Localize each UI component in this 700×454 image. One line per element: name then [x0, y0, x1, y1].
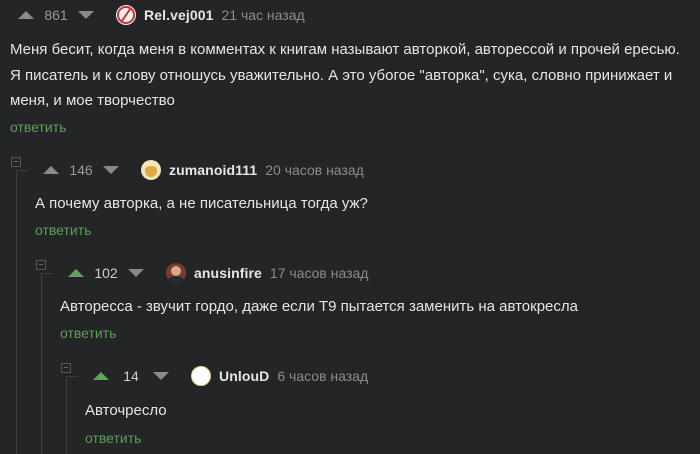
- thread-line: [41, 273, 42, 454]
- cartoon-avatar-icon: [145, 166, 157, 177]
- vote-block: 14: [93, 368, 169, 384]
- comment-header: 146 zumanoid111 20 часов назад: [43, 155, 364, 185]
- collapse-toggle[interactable]: [11, 157, 21, 167]
- comment-header: 14 UnlouD 6 часов назад: [93, 361, 368, 391]
- reply-link[interactable]: ответить: [85, 430, 141, 446]
- comment-text: Авторесса - звучит гордо, даже если Т9 п…: [60, 298, 578, 315]
- avatar[interactable]: [116, 5, 136, 25]
- upvote-icon[interactable]: [18, 11, 34, 19]
- reply-link[interactable]: ответить: [35, 222, 91, 238]
- score: 861: [44, 7, 68, 23]
- photo-avatar-icon: [171, 266, 181, 276]
- timestamp[interactable]: 20 часов назад: [265, 162, 364, 178]
- reply-link[interactable]: ответить: [60, 325, 116, 341]
- username[interactable]: UnlouD: [219, 368, 269, 384]
- photo-avatar-shoulders: [168, 276, 184, 283]
- timestamp[interactable]: 6 часов назад: [277, 368, 368, 384]
- username[interactable]: zumanoid111: [169, 162, 257, 178]
- username[interactable]: Rel.vej001: [144, 7, 214, 23]
- comment-text: Авточресло: [85, 402, 167, 419]
- username[interactable]: anusinfire: [194, 265, 262, 281]
- upvote-icon[interactable]: [93, 372, 109, 380]
- collapse-toggle[interactable]: [61, 363, 71, 373]
- vote-block: 861: [18, 7, 94, 23]
- timestamp[interactable]: 17 часов назад: [270, 265, 369, 281]
- vote-block: 102: [68, 265, 144, 281]
- comment-header: 102 anusinfire 17 часов назад: [68, 258, 368, 288]
- reply-link[interactable]: ответить: [10, 119, 66, 135]
- thread-branch: [41, 273, 53, 274]
- upvote-icon[interactable]: [68, 269, 84, 277]
- avatar[interactable]: [166, 263, 186, 283]
- upvote-icon[interactable]: [43, 166, 59, 174]
- thread-line: [16, 170, 17, 454]
- comment-text: А почему авторка, а не писательница тогд…: [35, 195, 368, 212]
- vote-block: 146: [43, 162, 119, 178]
- downvote-icon[interactable]: [128, 269, 144, 277]
- avatar[interactable]: [191, 366, 211, 386]
- avatar[interactable]: [141, 160, 161, 180]
- thread-branch: [66, 376, 78, 377]
- downvote-icon[interactable]: [103, 166, 119, 174]
- score: 102: [94, 265, 118, 281]
- comment-header: 861 Rel.vej001 21 час назад: [18, 0, 305, 30]
- downvote-icon[interactable]: [78, 11, 94, 19]
- score: 146: [69, 162, 93, 178]
- downvote-icon[interactable]: [153, 372, 169, 380]
- score: 14: [123, 368, 139, 384]
- collapse-toggle[interactable]: [36, 260, 46, 270]
- thread-line: [66, 376, 67, 454]
- comment-text: Меня бесит, когда меня в комментах к кни…: [10, 41, 680, 109]
- thread-branch: [16, 170, 28, 171]
- timestamp[interactable]: 21 час назад: [222, 7, 305, 23]
